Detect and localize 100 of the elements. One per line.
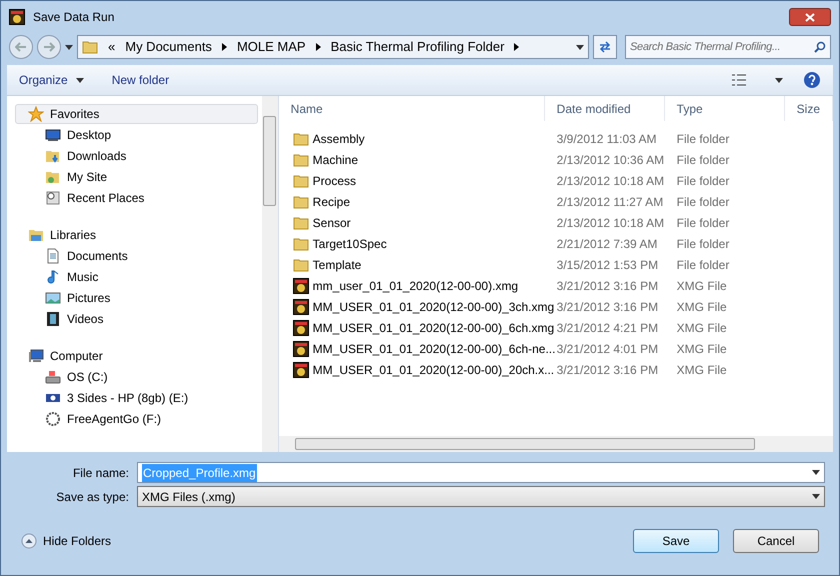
view-list-icon (731, 73, 747, 87)
sidebar-item[interactable]: OS (C:) (15, 366, 258, 387)
sidebar-item[interactable]: 3 Sides - HP (8gb) (E:) (15, 387, 258, 408)
view-caret-icon (775, 78, 783, 82)
dialog-button[interactable]: Cancel (733, 529, 819, 553)
library-icon (28, 227, 44, 243)
date-cell-text: 2/13/2012 11:27 AM (556, 194, 664, 210)
type-cell-text: File folder (676, 194, 730, 210)
address-bar[interactable]: « My Documents MOLE MAP Basic Thermal Profiling Folder (77, 35, 589, 59)
column-header[interactable]: Type (664, 96, 785, 121)
sidebar-group[interactable]: Computer (15, 346, 258, 366)
file-row[interactable]: Assembly 3/9/2012 11:03 AM File folder (278, 128, 833, 149)
file-name: Template (312, 256, 362, 274)
overflow-chevron[interactable]: « (108, 37, 116, 57)
folder-icon (292, 130, 309, 146)
music-note-icon (45, 268, 61, 284)
save-as-type-label: Save as type: (55, 488, 129, 506)
type-cell-text: XMG File (676, 362, 728, 378)
folder-icon (292, 256, 309, 272)
chevron-right-icon (514, 43, 520, 51)
type-cell-text: File folder (676, 130, 730, 148)
chevron-right-icon (222, 43, 227, 51)
scrollbar-thumb[interactable] (263, 116, 276, 206)
file-row[interactable]: MM_USER_01_01_2020(12-00-00)_6ch.xmg 3/21/2012 4:21 PM XMG File (278, 317, 833, 338)
app-icon (292, 362, 309, 378)
sidebar-item[interactable]: Desktop (15, 124, 258, 145)
star-icon (28, 106, 44, 122)
history-caret-icon (65, 44, 73, 50)
horizontal-scrollbar[interactable] (278, 436, 833, 452)
breadcrumb[interactable]: Basic Thermal Profiling Folder (330, 37, 504, 57)
scrollbar-thumb[interactable] (294, 438, 755, 450)
collapse-icon (21, 533, 37, 549)
refresh-button[interactable] (593, 35, 617, 59)
file-name-label: File name: (72, 464, 129, 482)
sidebar-item[interactable]: Videos (15, 308, 258, 329)
type-cell-text: File folder (676, 214, 730, 232)
chevron-right-icon (316, 43, 321, 51)
column-header[interactable]: Name (278, 96, 545, 121)
type-cell-text: XMG File (676, 298, 728, 316)
close-button[interactable] (789, 8, 831, 26)
disc-drive-icon (45, 410, 61, 426)
column-header[interactable]: Size (784, 96, 833, 121)
file-row[interactable]: Machine 2/13/2012 10:36 AM File folder (278, 149, 833, 170)
dialog-button[interactable]: Save (633, 529, 719, 553)
folder-icon (82, 39, 98, 55)
folder-icon (292, 214, 309, 230)
file-name: mm_user_01_01_2020(12-00-00).xmg (312, 278, 518, 294)
app-icon (292, 278, 309, 294)
window-title: Save Data Run (33, 9, 116, 26)
sidebar-item[interactable]: My Site (15, 166, 258, 187)
sidebar-item[interactable]: Recent Places (15, 187, 258, 208)
back-arrow-icon (15, 42, 27, 52)
save-as-type-dropdown[interactable]: XMG Files (.xmg) (137, 486, 825, 507)
refresh-arrows-icon (598, 41, 612, 53)
date-cell-text: 3/9/2012 11:03 AM (556, 130, 658, 148)
file-row[interactable]: Recipe 2/13/2012 11:27 AM File folder (278, 191, 833, 212)
file-row[interactable]: Process 2/13/2012 10:18 AM File folder (278, 170, 833, 191)
type-cell-text: File folder (676, 172, 730, 190)
type-cell-text: XMG File (676, 278, 728, 294)
organize-button[interactable]: Organize (19, 71, 84, 89)
dropdown-arrow-icon (812, 494, 820, 499)
file-name: MM_USER_01_01_2020(12-00-00)_6ch-ne... (312, 340, 556, 358)
document-icon (45, 248, 61, 264)
forward-arrow-icon (43, 42, 55, 52)
folder-icon (292, 194, 309, 210)
sidebar-item[interactable]: Downloads (15, 145, 258, 166)
folder-icon (292, 152, 309, 168)
film-icon (45, 310, 61, 326)
file-row[interactable]: MM_USER_01_01_2020(12-00-00)_20ch.x... 3/21/2012 3:16 PM XMG File (278, 359, 833, 380)
file-row[interactable]: Target10Spec 2/21/2012 7:39 AM File folder (278, 233, 833, 254)
column-header[interactable]: Date modified (544, 96, 665, 121)
sidebar-group[interactable]: Favorites (15, 104, 258, 124)
date-cell-text: 2/13/2012 10:36 AM (556, 152, 665, 168)
file-row[interactable]: MM_USER_01_01_2020(12-00-00)_3ch.xmg 3/21/2012 3:16 PM XMG File (278, 296, 833, 317)
back-button[interactable] (9, 35, 33, 59)
file-row[interactable]: Template 3/15/2012 1:53 PM File folder (278, 254, 833, 275)
sidebar-item[interactable]: Documents (15, 245, 258, 266)
sidebar-group[interactable]: Libraries (15, 225, 258, 245)
file-name: MM_USER_01_01_2020(12-00-00)_20ch.x... (312, 362, 554, 378)
help-icon (803, 71, 821, 89)
type-cell-text: XMG File (676, 340, 728, 358)
search-icon (814, 41, 826, 53)
file-row[interactable]: Sensor 2/13/2012 10:18 AM File folder (278, 212, 833, 233)
vertical-scrollbar[interactable] (262, 96, 278, 452)
sidebar-item[interactable]: FreeAgentGo (F:) (15, 408, 258, 429)
sidebar-item[interactable]: Music (15, 266, 258, 287)
date-cell-text: 2/13/2012 10:18 AM (556, 172, 665, 190)
new-folder-button[interactable]: New folder (112, 71, 170, 89)
breadcrumb[interactable]: My Documents (125, 37, 212, 57)
app-icon (292, 320, 309, 336)
sidebar-item[interactable]: Pictures (15, 287, 258, 308)
monitor-icon (45, 126, 61, 142)
breadcrumb[interactable]: MOLE MAP (236, 37, 306, 57)
file-row[interactable]: mm_user_01_01_2020(12-00-00).xmg 3/21/2012 3:16 PM XMG File (278, 275, 833, 296)
search-field[interactable]: Search Basic Thermal Profiling... (625, 35, 831, 59)
type-cell-text: File folder (676, 256, 730, 274)
file-name: Process (312, 172, 356, 190)
forward-button[interactable] (37, 35, 61, 59)
hide-folders-button[interactable]: Hide Folders (21, 532, 112, 550)
file-row[interactable]: MM_USER_01_01_2020(12-00-00)_6ch-ne...3/21/2012 4:01 PM XMG File (278, 338, 833, 359)
